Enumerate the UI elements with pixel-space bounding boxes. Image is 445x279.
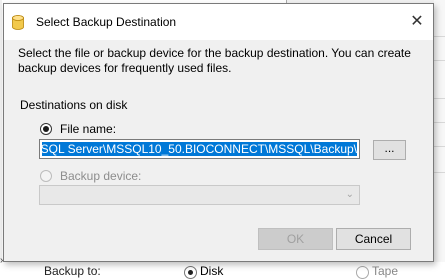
backup-device-radio[interactable] — [40, 170, 52, 182]
dialog-titlebar[interactable]: Select Backup Destination ✕ — [4, 4, 433, 40]
parent-right-fragment — [434, 0, 445, 277]
parent-disk-label: Disk — [200, 264, 224, 278]
parent-tape-label: Tape — [372, 264, 399, 278]
close-icon[interactable]: ✕ — [404, 10, 430, 34]
parent-tape-radio[interactable] — [356, 266, 369, 279]
file-name-label: File name: — [60, 122, 117, 136]
dialog-title: Select Backup Destination — [36, 15, 177, 29]
file-name-selected-text: psoft SQL Server\MSSQL10_50.BIOCONNECT\M… — [42, 142, 357, 156]
ok-button[interactable]: OK — [258, 228, 333, 250]
parent-disk-radio[interactable] — [184, 266, 197, 279]
destinations-on-disk-label: Destinations on disk — [20, 98, 128, 112]
select-backup-destination-dialog: Select Backup Destination ✕ Select the f… — [3, 3, 434, 262]
file-name-radio[interactable] — [40, 123, 52, 135]
browse-button[interactable]: ... — [373, 140, 406, 160]
database-icon — [12, 15, 24, 30]
backup-device-select[interactable]: ⌄ — [39, 185, 360, 205]
dialog-description: Select the file or backup device for the… — [18, 46, 411, 75]
backup-device-label: Backup device: — [60, 169, 142, 183]
parent-window-edge — [0, 0, 2, 277]
parent-backup-to-label: Backup to: — [44, 264, 101, 278]
cancel-button[interactable]: Cancel — [336, 228, 411, 250]
file-name-input[interactable]: psoft SQL Server\MSSQL10_50.BIOCONNECT\M… — [39, 139, 360, 159]
chevron-down-icon: ⌄ — [345, 189, 354, 200]
